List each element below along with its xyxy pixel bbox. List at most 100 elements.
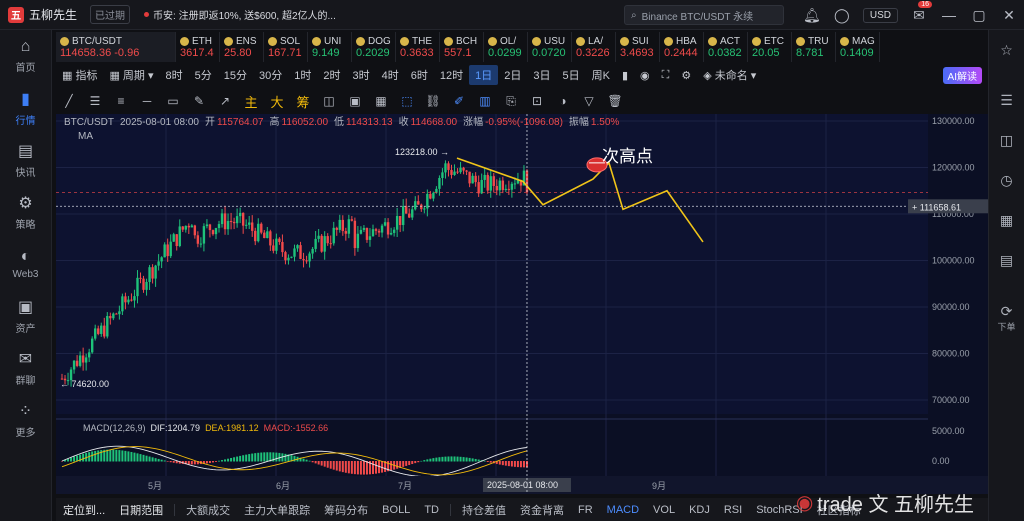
star-icon[interactable]: ☆ <box>989 30 1024 70</box>
pen-icon[interactable]: ✎ <box>186 91 212 111</box>
interval-11[interactable]: 2日 <box>498 65 527 85</box>
ticker-13[interactable]: ACT 0.0382 <box>704 32 748 62</box>
layers-icon[interactable]: ▤ <box>989 240 1024 280</box>
nav-item-0[interactable]: ⌂ 首页 <box>0 30 51 82</box>
ticker-2[interactable]: ENS 25.80 <box>220 32 264 62</box>
mail-icon[interactable]: ✉ 16 <box>904 0 934 30</box>
ticker-9[interactable]: USU 0.0720 <box>528 32 572 62</box>
camera-icon[interactable]: ◉ <box>634 65 656 85</box>
news-ticker[interactable]: 币安: 注册即返10%, 送$600, 超2亿人的... <box>144 7 336 22</box>
ticker-10[interactable]: LA/0.3226 <box>572 32 616 62</box>
chips-icon[interactable]: 筹 <box>290 91 316 111</box>
indicator-11[interactable]: VOL <box>646 504 682 516</box>
indicator-8[interactable]: 资金背离 <box>513 502 571 518</box>
interval-12[interactable]: 3日 <box>527 65 556 85</box>
bars-icon[interactable]: ▥ <box>472 91 498 111</box>
magnet-icon[interactable]: ◑ <box>550 91 576 111</box>
nav-item-3[interactable]: ⚙ 策略 <box>0 186 51 238</box>
clock-icon[interactable]: ◷ <box>989 160 1024 200</box>
parallel-line-icon[interactable]: ☰ <box>82 91 108 111</box>
interval-0[interactable]: 8时 <box>159 65 188 85</box>
interval-4[interactable]: 1时 <box>288 65 317 85</box>
filter-icon[interactable]: ▽ <box>576 91 602 111</box>
lock-icon[interactable]: ⊡ <box>524 91 550 111</box>
fullscreen-icon[interactable]: ⛶ <box>656 65 676 85</box>
text-icon[interactable]: ▣ <box>342 91 368 111</box>
indicator-13[interactable]: RSI <box>717 504 749 516</box>
ticker-5[interactable]: DOG 0.2029 <box>352 32 396 62</box>
ticker-6[interactable]: THE 0.3633 <box>396 32 440 62</box>
indicator-9[interactable]: FR <box>571 504 600 516</box>
settings-icon[interactable]: ⚙ <box>675 65 697 85</box>
ticker-16[interactable]: MAG 0.1409 <box>836 32 880 62</box>
template-select[interactable]: ◈ 未命名 ▾ <box>697 65 762 85</box>
indicator-12[interactable]: KDJ <box>682 504 717 516</box>
nav-item-4[interactable]: ◐ Web3 <box>0 238 51 290</box>
interval-2[interactable]: 15分 <box>218 65 253 85</box>
interval-6[interactable]: 3时 <box>346 65 375 85</box>
rectangle-icon[interactable]: ▭ <box>160 91 186 111</box>
minimize-icon[interactable]: — <box>934 0 964 30</box>
ticker-8[interactable]: OL/0.0299 <box>484 32 528 62</box>
interval-1[interactable]: 5分 <box>189 65 218 85</box>
copy-icon[interactable]: ⎘ <box>498 91 524 111</box>
bell-icon[interactable]: 🔔︎ <box>797 0 827 30</box>
indicator-1[interactable]: 日期范围 <box>112 502 170 518</box>
brush-icon[interactable]: ✐ <box>446 91 472 111</box>
arrow-icon[interactable]: ↗ <box>212 91 238 111</box>
trend-line-icon[interactable]: ╱ <box>56 91 82 111</box>
interval-8[interactable]: 6时 <box>405 65 434 85</box>
cursor-icon[interactable]: ⬚ <box>394 91 420 111</box>
search-box[interactable]: ⌕ Binance BTC/USDT 永续 <box>624 5 784 25</box>
nav-item-7[interactable]: ⁘ 更多 <box>0 394 51 446</box>
ticker-4[interactable]: UNI 9.149 <box>308 32 352 62</box>
app-logo[interactable]: 五 五柳先生 已过期 <box>8 5 131 24</box>
indicator-4[interactable]: 筹码分布 <box>317 502 375 518</box>
period-button[interactable]: ▦ 周期 ▾ <box>103 65 159 85</box>
tool-icon[interactable]: ◫ <box>316 91 342 111</box>
trash-icon[interactable]: 🗑︎ <box>602 91 628 111</box>
nav-item-2[interactable]: ▤ 快讯 <box>0 134 51 186</box>
ticker-0[interactable]: BTC/USDT 114658.36 -0.96 <box>56 32 176 62</box>
big-icon[interactable]: 大 <box>264 91 290 111</box>
ticker-12[interactable]: HBA 0.2444 <box>660 32 704 62</box>
horizontal-line-icon[interactable]: ─ <box>134 91 160 111</box>
indicator-3[interactable]: 主力大单跟踪 <box>237 502 317 518</box>
measure-icon[interactable]: ▦ <box>368 91 394 111</box>
ticker-15[interactable]: TRU 8.781 <box>792 32 836 62</box>
ticker-14[interactable]: ETC 20.05 <box>748 32 792 62</box>
interval-10[interactable]: 1日 <box>469 65 499 85</box>
indicator-7[interactable]: 持仓差值 <box>455 502 513 518</box>
ticker-3[interactable]: SOL 167.71 <box>264 32 308 62</box>
ai-button[interactable]: AI解读 <box>942 66 982 84</box>
indicator-10[interactable]: MACD <box>600 504 646 516</box>
indicator-2[interactable]: 大额成交 <box>179 502 237 518</box>
indicator-5[interactable]: BOLL <box>375 504 417 516</box>
indicator-0[interactable]: 定位到... <box>56 502 112 518</box>
candle-type-icon[interactable]: ▮ <box>616 65 634 85</box>
chart-icon[interactable]: ◫ <box>989 120 1024 160</box>
maximize-icon[interactable]: ▢ <box>964 0 994 30</box>
interval-3[interactable]: 30分 <box>253 65 288 85</box>
grid-icon[interactable]: ▦ <box>989 200 1024 240</box>
ticker-7[interactable]: BCH 557.1 <box>440 32 484 62</box>
main-chart-icon[interactable]: 主 <box>238 91 264 111</box>
link-icon[interactable]: ⛓ <box>420 91 446 111</box>
chart-svg[interactable]: 130000.00120000.00110000.00100000.009000… <box>56 114 988 494</box>
interval-5[interactable]: 2时 <box>317 65 346 85</box>
nav-item-6[interactable]: ✉ 群聊 <box>0 342 51 394</box>
user-icon[interactable]: ◯ <box>827 0 857 30</box>
interval-14[interactable]: 周K <box>586 65 616 85</box>
nav-item-1[interactable]: ▮ 行情 <box>0 82 51 134</box>
interval-9[interactable]: 12时 <box>434 65 469 85</box>
ticker-11[interactable]: SUI 3.4693 <box>616 32 660 62</box>
order-button[interactable]: ⟳ 下单 <box>989 298 1024 338</box>
price-chart[interactable]: 130000.00 120000.00 110000.00 100000.00 9000… <box>56 114 988 494</box>
channel-icon[interactable]: ≡ <box>108 91 134 111</box>
indicator-button[interactable]: ▦ 指标 <box>56 65 103 85</box>
currency-select[interactable]: USD <box>862 7 898 23</box>
indicator-6[interactable]: TD <box>417 504 446 516</box>
nav-item-5[interactable]: ▣ 资产 <box>0 290 51 342</box>
ticker-1[interactable]: ETH 3617.4 <box>176 32 220 62</box>
interval-7[interactable]: 4时 <box>376 65 405 85</box>
